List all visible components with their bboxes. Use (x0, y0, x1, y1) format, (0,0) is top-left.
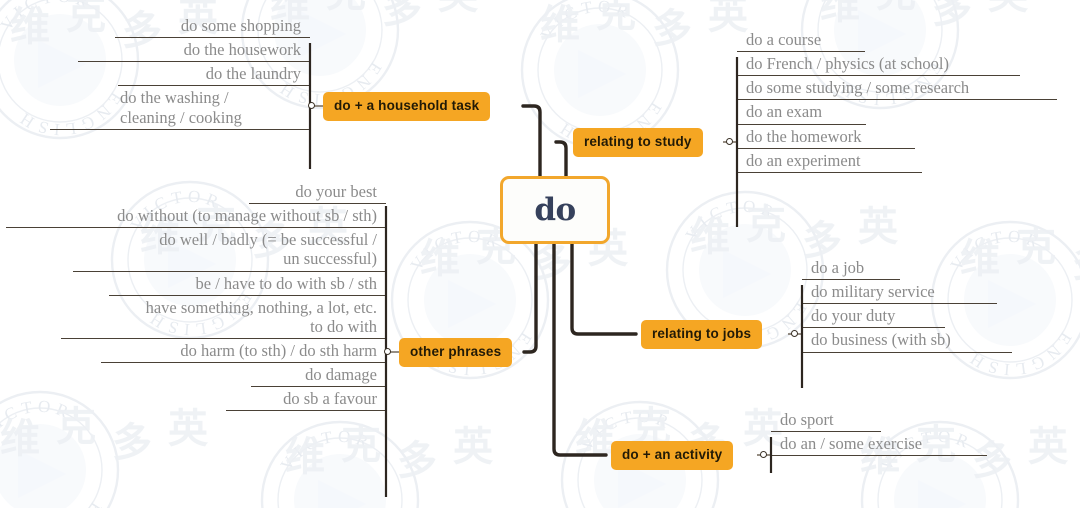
leaf-underline (771, 455, 987, 457)
list-item[interactable]: do well / badly (= be successful / un su… (6, 228, 386, 272)
list-item[interactable]: do a job (802, 256, 1062, 281)
list-item[interactable]: do your best (6, 180, 386, 205)
wire-study (554, 140, 568, 178)
leaf-text: do French / physics (at school) (746, 54, 950, 74)
leaf-text: do some shopping (180, 16, 301, 35)
leaf-underline (226, 410, 386, 412)
list-item[interactable]: do sport (771, 408, 1021, 433)
leaf-group-study: do a course do French / physics (at scho… (737, 28, 1077, 173)
knob-household (308, 102, 315, 109)
knob-other-phrases (384, 348, 391, 355)
leaf-text-line: do the washing / (120, 88, 229, 108)
leaf-text-line: do well / badly (= be successful / (159, 230, 377, 250)
mindmap-canvas: VICTOR ENGLISH 维 克 多 英 (0, 0, 1080, 508)
list-item[interactable]: do sb a favour (6, 387, 386, 412)
branch-chip-household[interactable]: do + a household task (323, 92, 491, 121)
leaf-text: do harm (to sth) / do sth harm (180, 340, 377, 360)
leaf-text: do a course (746, 30, 822, 49)
branch-label-household: do + a household task (334, 98, 480, 113)
list-item[interactable]: do damage (6, 363, 386, 388)
wire-jobs (570, 242, 638, 336)
list-item[interactable]: do without (to manage without sb / sth) (6, 204, 386, 229)
list-item[interactable]: do some shopping (10, 14, 310, 39)
leaf-text: do your duty (811, 306, 896, 326)
list-item[interactable]: do the housework (10, 38, 310, 63)
leaf-text: do damage (305, 365, 377, 384)
leaf-text: do an experiment (746, 150, 861, 170)
knob-activity (760, 451, 767, 458)
list-item[interactable]: do an / some exercise (771, 432, 1021, 457)
list-item[interactable]: do a course (737, 28, 1077, 53)
list-item[interactable]: do military service (802, 280, 1062, 305)
leaf-text: do an / some exercise (780, 434, 923, 454)
leaf-text: do the washing / cleaning / cooking (120, 88, 242, 126)
leaf-text: do an exam (746, 102, 823, 122)
list-item[interactable]: do French / physics (at school) (737, 52, 1077, 77)
leaf-text: do the housework (183, 40, 301, 60)
leaf-text: be / have to do with sb / sth (195, 273, 377, 293)
branch-chip-study[interactable]: relating to study (573, 128, 703, 157)
branch-chip-activity[interactable]: do + an activity (611, 441, 734, 470)
branch-label-other-phrases: other phrases (410, 344, 502, 359)
list-item[interactable]: do harm (to sth) / do sth harm (6, 339, 386, 363)
branch-label-jobs: relating to jobs (652, 326, 752, 341)
wire-activity (552, 242, 608, 457)
root-node[interactable]: do (500, 176, 610, 244)
leaf-text: do without (to manage without sb / sth) (117, 206, 377, 226)
leaf-underline (802, 351, 1012, 353)
list-item[interactable]: do an experiment (737, 149, 1077, 173)
leaf-text-line: to do with (310, 316, 377, 336)
leaf-text: do some studying / some research (746, 78, 970, 98)
list-item[interactable]: do the homework (737, 125, 1077, 149)
leaf-group-jobs: do a job do military service do your dut… (802, 256, 1062, 353)
list-item[interactable]: have something, nothing, a lot, etc. to … (6, 296, 386, 339)
leaf-text: do military service (811, 282, 935, 302)
leaf-group-household: do some shopping do the housework do the… (10, 14, 310, 130)
root-label: do (534, 191, 576, 228)
leaf-text: do business (with sb) (811, 330, 951, 350)
leaf-group-activity: do sport do an / some exercise (771, 408, 1021, 457)
list-item[interactable]: do some studying / some research (737, 76, 1077, 101)
leaf-underline (50, 128, 310, 130)
leaf-text: do sb a favour (283, 389, 377, 409)
wire-household (521, 104, 542, 178)
branch-chip-other-phrases[interactable]: other phrases (399, 338, 513, 367)
leaf-text: do a job (811, 258, 865, 277)
leaf-text: do the laundry (205, 64, 301, 84)
branch-label-study: relating to study (584, 134, 692, 149)
branch-label-activity: do + an activity (622, 447, 723, 462)
knob-study (726, 138, 733, 145)
list-item[interactable]: do business (with sb) (802, 328, 1062, 353)
leaf-text-line: have something, nothing, a lot, etc. (145, 297, 377, 317)
list-item[interactable]: do the washing / cleaning / cooking (10, 86, 310, 130)
leaf-text: do your best (295, 182, 377, 201)
leaf-text: do sport (780, 410, 834, 429)
leaf-text: do the homework (746, 126, 862, 146)
leaf-text-line: un successful) (283, 249, 377, 269)
list-item[interactable]: do an exam (737, 100, 1077, 125)
knob-jobs (791, 330, 798, 337)
branch-chip-jobs[interactable]: relating to jobs (641, 320, 763, 349)
leaf-text: have something, nothing, a lot, etc. to … (146, 298, 377, 336)
list-item[interactable]: do the laundry (10, 62, 310, 87)
leaf-group-other-phrases: do your best do without (to manage witho… (6, 180, 386, 412)
leaf-underline (737, 171, 922, 173)
wire-other (522, 242, 538, 354)
leaf-text-line: cleaning / cooking (120, 107, 242, 127)
leaf-text: do well / badly (= be successful / un su… (159, 230, 377, 268)
list-item[interactable]: be / have to do with sb / sth (6, 272, 386, 296)
list-item[interactable]: do your duty (802, 304, 1062, 329)
